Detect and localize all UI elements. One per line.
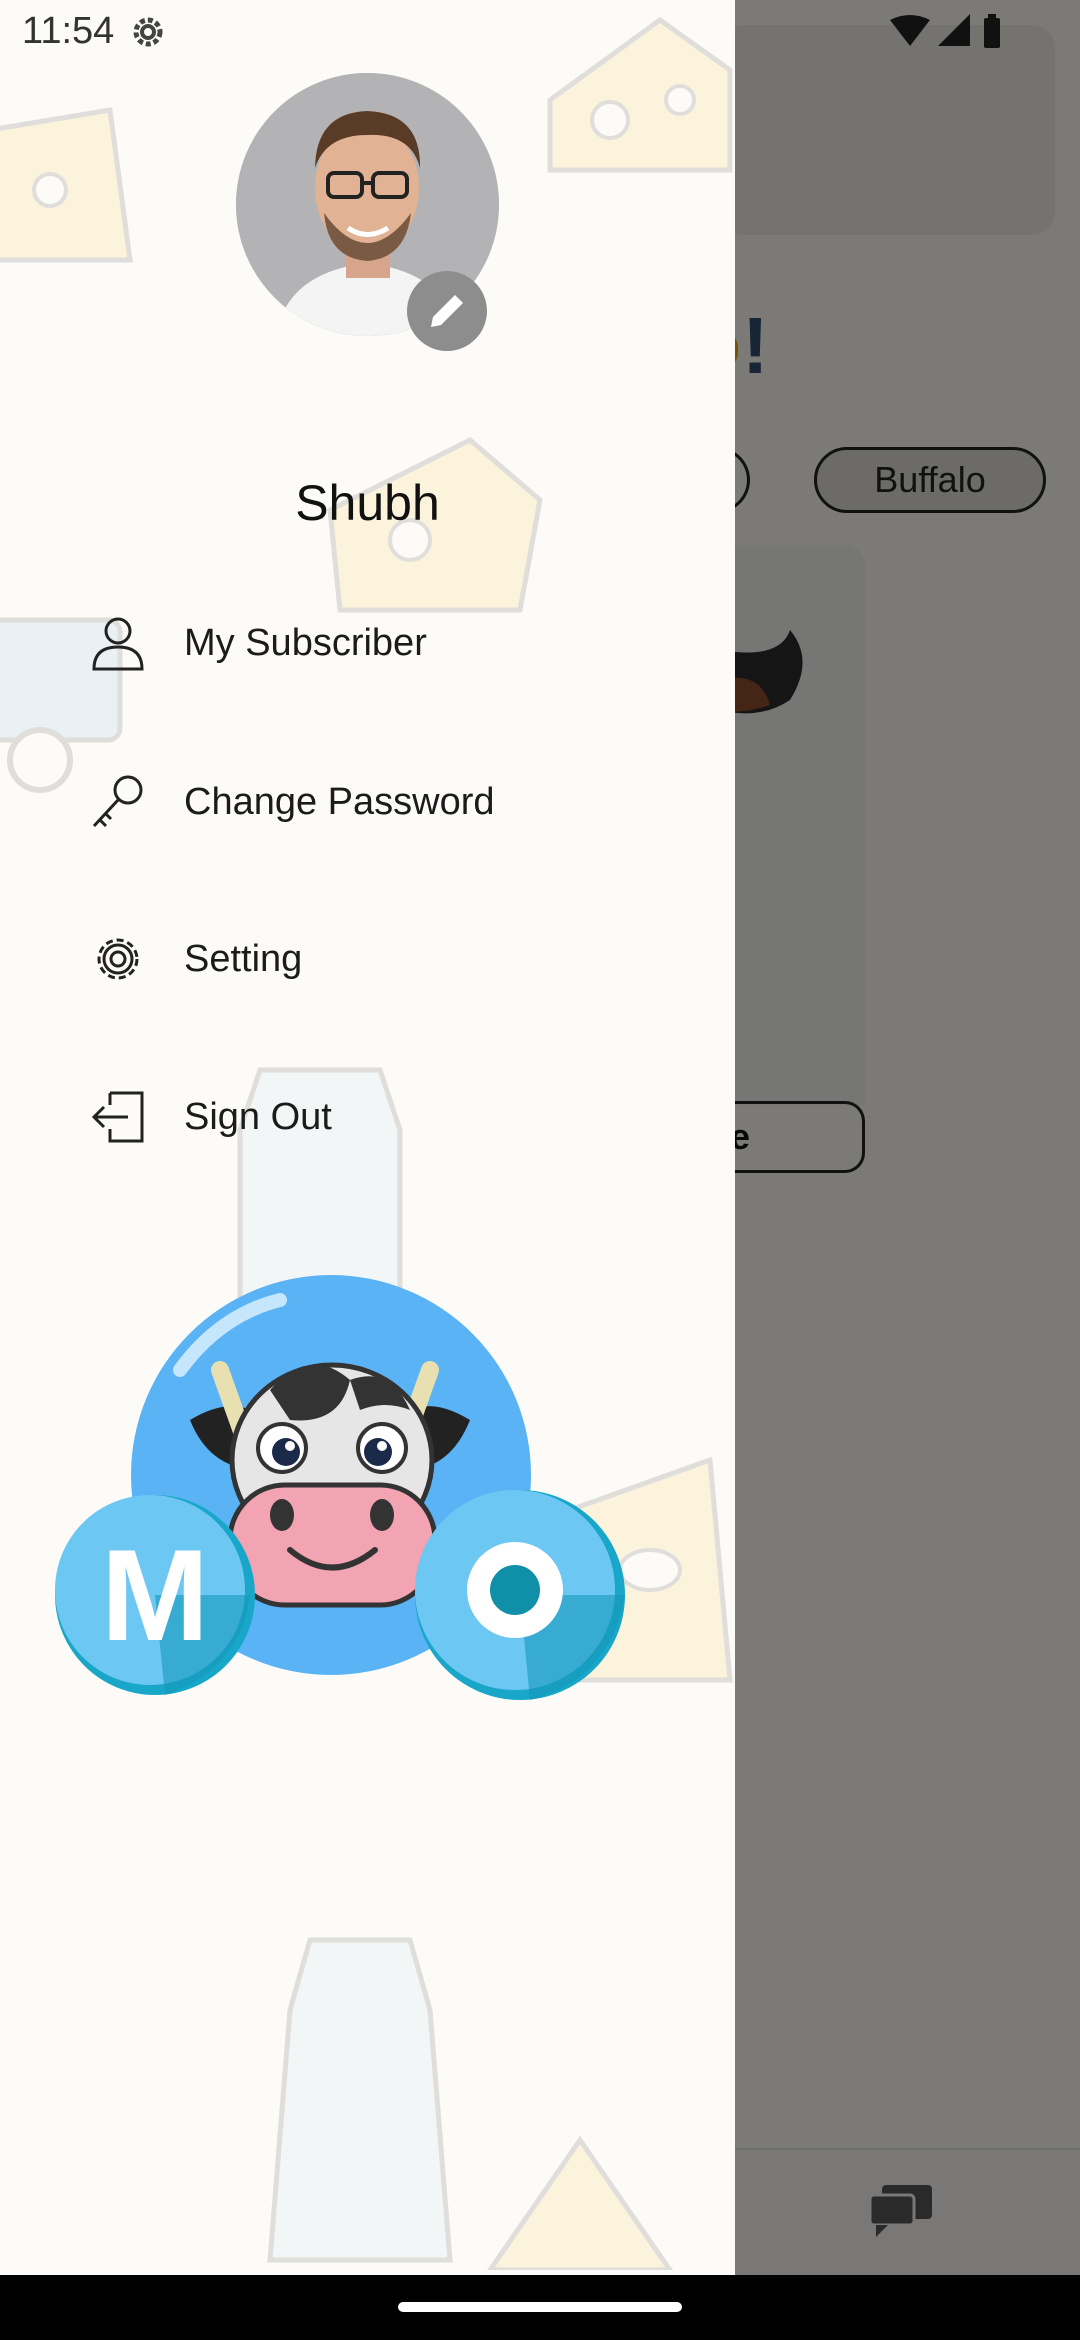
signal-icon — [938, 14, 970, 46]
home-gesture-handle[interactable] — [398, 2302, 682, 2312]
person-icon — [92, 617, 144, 671]
menu-item-my-subscriber[interactable]: My Subscriber — [0, 578, 735, 708]
milk-bottle-decoration — [267, 1937, 453, 2263]
user-name: Shubh — [295, 475, 440, 531]
logo-letter-m: M — [101, 1522, 209, 1668]
key-icon — [92, 775, 143, 828]
menu-item-sign-out[interactable]: Sign Out — [0, 1052, 735, 1182]
app-logo: M — [55, 1275, 625, 1700]
menu-label: Setting — [184, 937, 303, 980]
edit-avatar-button[interactable] — [407, 271, 487, 351]
menu-label: My Subscriber — [184, 621, 427, 664]
menu-item-setting[interactable]: Setting — [0, 894, 735, 1024]
settings-gear-icon — [133, 17, 163, 47]
sign-out-icon — [91, 1091, 144, 1143]
gear-icon — [97, 938, 139, 980]
navigation-drawer: 11:54 Shubh My Subscriber Change Passwor… — [0, 0, 735, 2275]
menu-label: Sign Out — [184, 1095, 332, 1138]
menu-label: Change Password — [184, 780, 495, 823]
status-time: 11:54 — [22, 10, 115, 52]
battery-icon — [984, 18, 1000, 48]
menu-item-change-password[interactable]: Change Password — [0, 737, 735, 867]
status-icons — [890, 14, 1000, 48]
wifi-icon — [890, 15, 930, 46]
cheese-decoration — [486, 2135, 674, 2270]
cheese-decoration — [547, 16, 733, 173]
pencil-icon — [431, 295, 463, 327]
cheese-decoration — [0, 107, 133, 263]
